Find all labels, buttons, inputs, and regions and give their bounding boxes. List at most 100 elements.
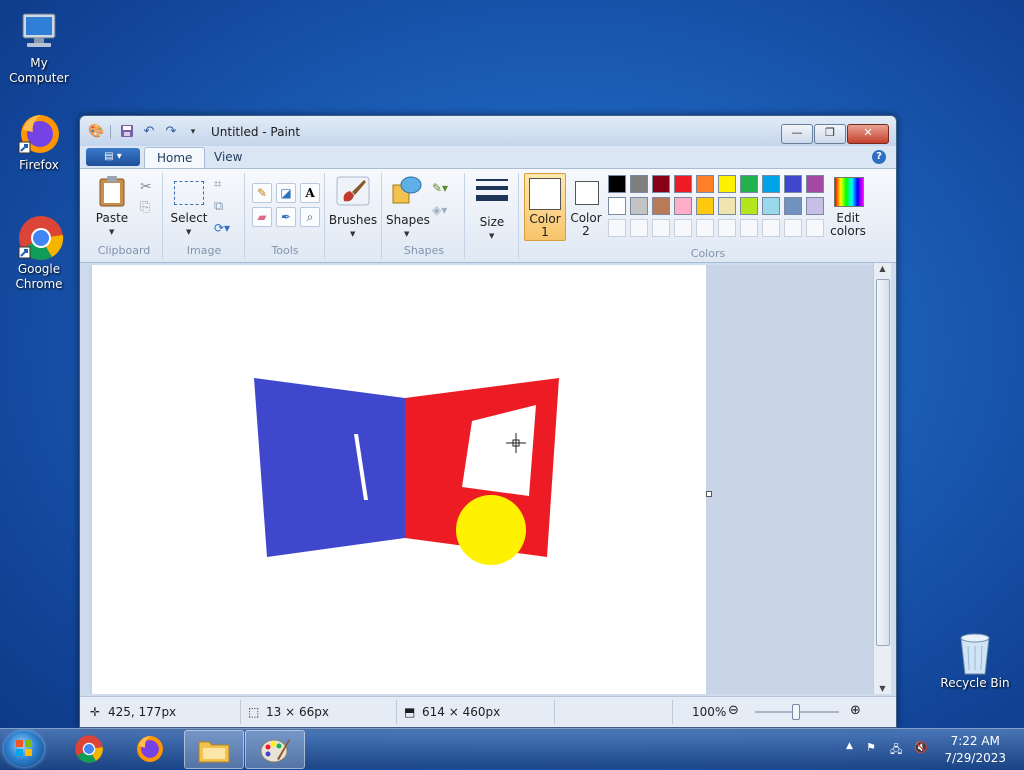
shapes-button[interactable]: Shapes ▼ [386,175,430,239]
chrome-icon [17,214,64,260]
scroll-down-icon[interactable]: ▼ [874,684,891,693]
drawing-canvas[interactable] [92,265,706,694]
text-tool-icon[interactable]: A [300,183,320,203]
palette-swatch[interactable] [806,175,824,193]
minimize-button[interactable]: — [781,124,813,144]
eraser-icon[interactable]: ▰ [252,207,272,227]
tab-home[interactable]: Home [144,147,206,169]
desktop-icon-recycle-bin[interactable]: Recycle Bin [937,630,1013,691]
outline-icon[interactable]: ✎▾ [432,181,448,195]
desktop-icon-firefox[interactable]: Firefox [1,112,77,173]
scroll-up-icon[interactable]: ▲ [874,264,891,273]
paint-menu-button[interactable]: ▤ ▾ [86,148,140,166]
window-controls: — ❐ ✕ [780,124,889,144]
color1-button[interactable]: Color 1 [524,173,566,241]
clock-date: 7/29/2023 [944,751,1006,765]
network-icon[interactable]: 🖧 [890,741,902,760]
fill-icon[interactable]: ◈▾ [432,203,447,217]
palette-swatch[interactable] [718,175,736,193]
fill-bucket-icon[interactable]: ◪ [276,183,296,203]
palette-swatch[interactable] [740,175,758,193]
desktop-icon-my-computer[interactable]: My Computer [1,10,77,86]
drawing [254,378,559,565]
palette-swatch[interactable] [696,175,714,193]
custom-color-slot[interactable] [740,219,758,237]
color-picker-icon[interactable]: ✒ [276,207,296,227]
rainbow-icon [834,177,864,207]
custom-color-slot[interactable] [718,219,736,237]
color2-label-line2: 2 [582,224,590,238]
palette-swatch[interactable] [740,197,758,215]
custom-color-slot[interactable] [674,219,692,237]
shapes-dropdown-icon: ▼ [404,230,410,238]
undo-icon[interactable]: ↶ [141,124,157,140]
rotate-icon[interactable]: ⟳▾ [214,221,230,235]
custom-color-slot[interactable] [806,219,824,237]
custom-color-slot[interactable] [696,219,714,237]
cut-icon[interactable]: ✂ [140,179,152,195]
taskbar-paint[interactable] [245,730,305,769]
palette-swatch[interactable] [784,175,802,193]
palette-swatch[interactable] [718,197,736,215]
size-group[interactable]: Size ▼ [466,173,519,259]
tab-view[interactable]: View [202,147,254,168]
zoom-slider-thumb[interactable] [792,704,800,720]
custom-color-slot[interactable] [608,219,626,237]
action-center-icon[interactable]: ⚑ [866,741,876,754]
palette-swatch[interactable] [608,197,626,215]
close-button[interactable]: ✕ [847,124,889,144]
palette-swatch[interactable] [674,197,692,215]
palette-swatch[interactable] [630,197,648,215]
redo-icon[interactable]: ↷ [163,124,179,140]
palette-swatch[interactable] [784,197,802,215]
pencil-icon[interactable]: ✎ [252,183,272,203]
group-label-tools: Tools [271,244,299,257]
custom-color-slot[interactable] [652,219,670,237]
taskbar-firefox[interactable] [121,730,179,767]
volume-muted-icon[interactable]: 🔇 [914,741,928,754]
group-label-colors: Colors [690,247,726,260]
help-icon[interactable]: ? [872,150,886,164]
ribbon: Paste ▼ ✂ ⎘ Clipboard Select ▼ ⌗ ⧉ ⟳▾ Im… [80,168,896,263]
save-icon[interactable] [119,124,135,140]
palette-swatch[interactable] [630,175,648,193]
palette-swatch[interactable] [652,175,670,193]
palette-swatch[interactable] [652,197,670,215]
taskbar-explorer[interactable] [184,730,244,769]
paint-app-icon[interactable]: 🎨 [88,124,104,140]
magnifier-icon[interactable]: ⌕ [300,207,320,227]
resize-icon[interactable]: ⧉ [214,199,223,214]
color2-button[interactable]: Color 2 [568,173,604,239]
palette-swatch[interactable] [696,197,714,215]
vertical-scrollbar[interactable]: ▲ ▼ [873,263,891,694]
select-button[interactable]: Select ▼ [168,175,210,239]
show-hidden-icons-icon[interactable]: ▲ [846,741,853,751]
zoom-in-icon[interactable]: ⊕ [850,703,861,718]
customize-qat-icon[interactable]: ▾ [185,124,201,140]
desktop-icon-google-chrome[interactable]: Google Chrome [1,214,77,292]
scrollbar-thumb[interactable] [876,279,890,646]
custom-color-slot[interactable] [630,219,648,237]
palette-swatch[interactable] [608,175,626,193]
clipboard-icon [99,176,125,207]
palette-swatch[interactable] [806,197,824,215]
status-divider [672,700,673,724]
custom-color-slot[interactable] [784,219,802,237]
custom-color-slot[interactable] [762,219,780,237]
copy-icon[interactable]: ⎘ [140,200,150,215]
palette-swatch[interactable] [762,175,780,193]
clock[interactable]: 7:22 AM 7/29/2023 [944,733,1006,767]
canvas-resize-handle[interactable] [706,491,712,497]
image-group: Select ▼ ⌗ ⧉ ⟳▾ Image [164,173,245,259]
maximize-button[interactable]: ❐ [814,124,846,144]
edit-colors-button[interactable]: Edit colors [828,173,868,239]
title-bar[interactable]: 🎨 ↶ ↷ ▾ Untitled - Paint — ❐ ✕ [80,116,896,146]
zoom-out-icon[interactable]: ⊖ [728,703,739,718]
taskbar-chrome[interactable] [60,730,118,767]
start-button[interactable] [4,731,44,767]
paste-button[interactable]: Paste ▼ [90,175,134,239]
crop-icon[interactable]: ⌗ [214,177,221,192]
palette-swatch[interactable] [762,197,780,215]
brushes-button[interactable]: Brushes ▼ [328,175,378,239]
palette-swatch[interactable] [674,175,692,193]
